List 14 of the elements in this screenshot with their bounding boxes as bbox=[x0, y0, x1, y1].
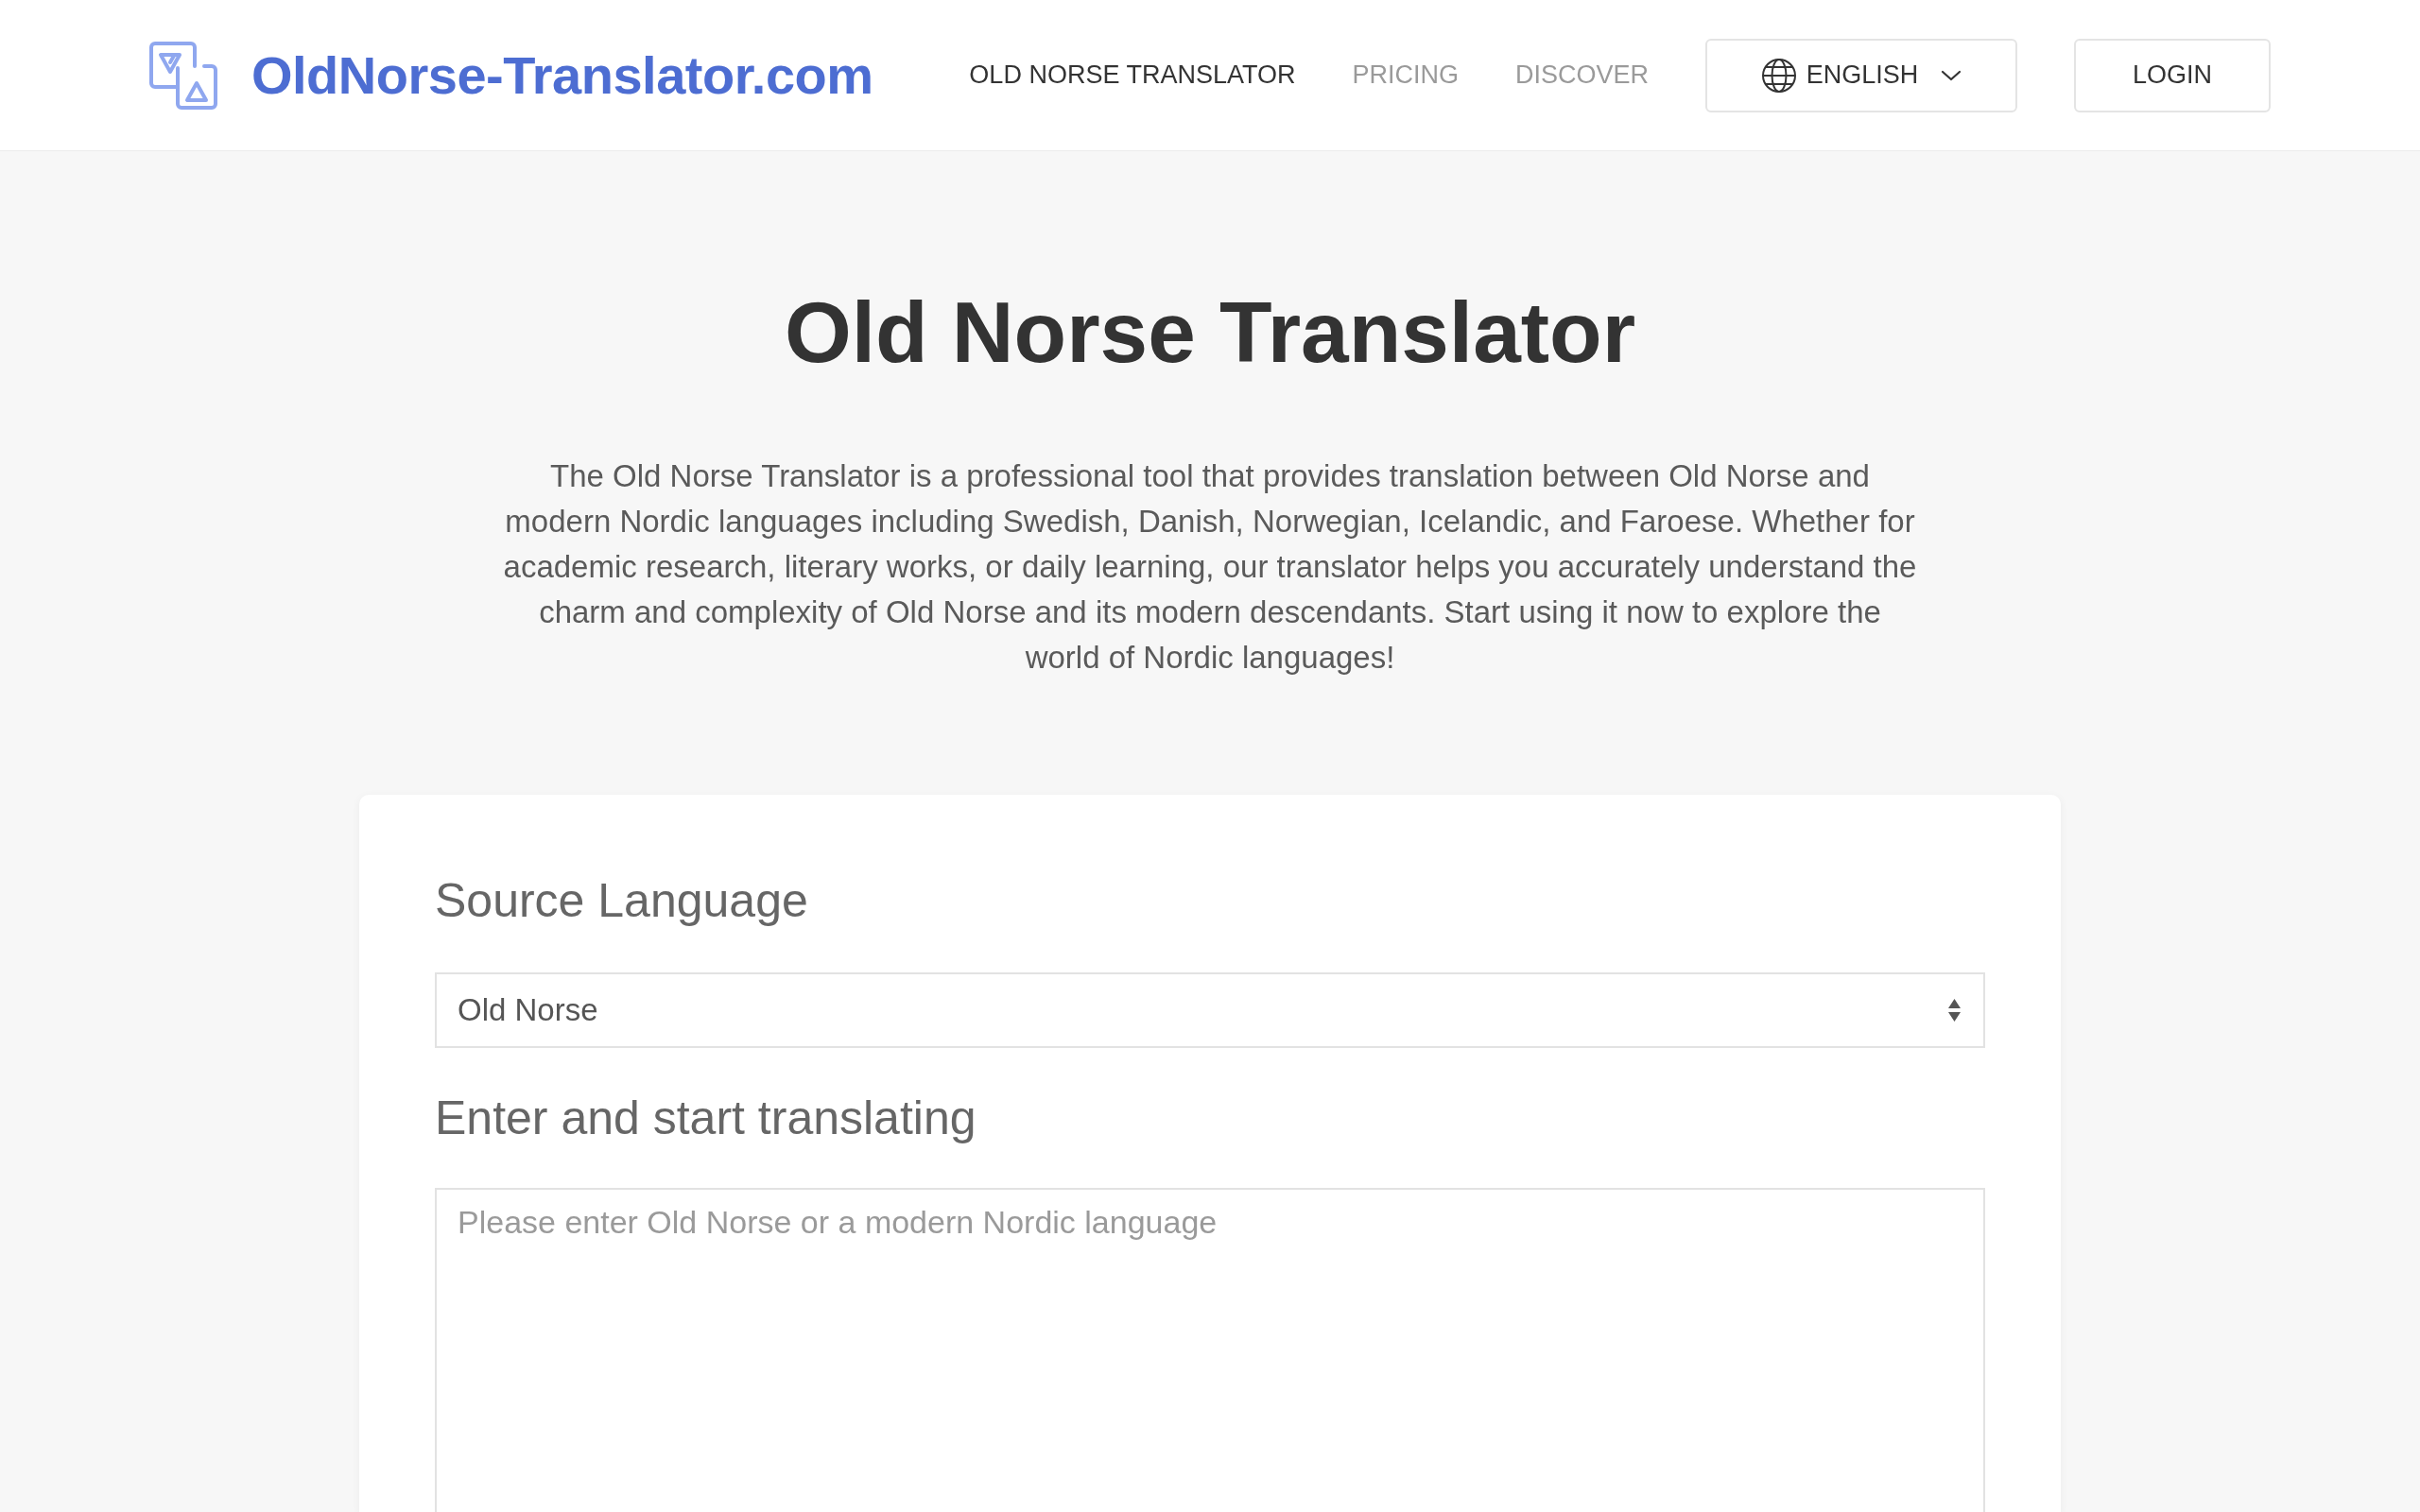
chevron-down-icon bbox=[1941, 69, 1962, 81]
globe-icon bbox=[1760, 57, 1797, 94]
source-language-select[interactable]: Old Norse bbox=[435, 972, 1985, 1048]
login-button[interactable]: LOGIN bbox=[2074, 38, 2271, 112]
logo-icon bbox=[149, 41, 217, 110]
select-arrows-icon bbox=[1948, 999, 1961, 1022]
source-language-label: Source Language bbox=[435, 874, 809, 927]
site-logo-link[interactable]: OldNorse-Translator.com bbox=[149, 35, 873, 115]
intro-paragraph: The Old Norse Translator is a professional tool that provides translation between Old Norse and modern Nordic languages including Swedish, Danish, Norwegian, Icelandic, and Faroese. Whether for academic research, literary works, or daily learning, our translator helps you accurately understand the charm and complexity of Old Norse and its modern descendants. Start using it now to explore the world of Nordic languages! bbox=[502, 457, 1918, 677]
page-title: Old Norse Translator bbox=[784, 284, 1636, 382]
input-label: Enter and start translating bbox=[435, 1091, 977, 1144]
nav-link[interactable]: OLD NORSE TRANSLATOR bbox=[969, 56, 1296, 94]
text-input-box[interactable]: Please enter Old Norse or a modern Nordic language bbox=[435, 1188, 1985, 1512]
language-button[interactable]: ENGLISH bbox=[1705, 38, 2017, 112]
